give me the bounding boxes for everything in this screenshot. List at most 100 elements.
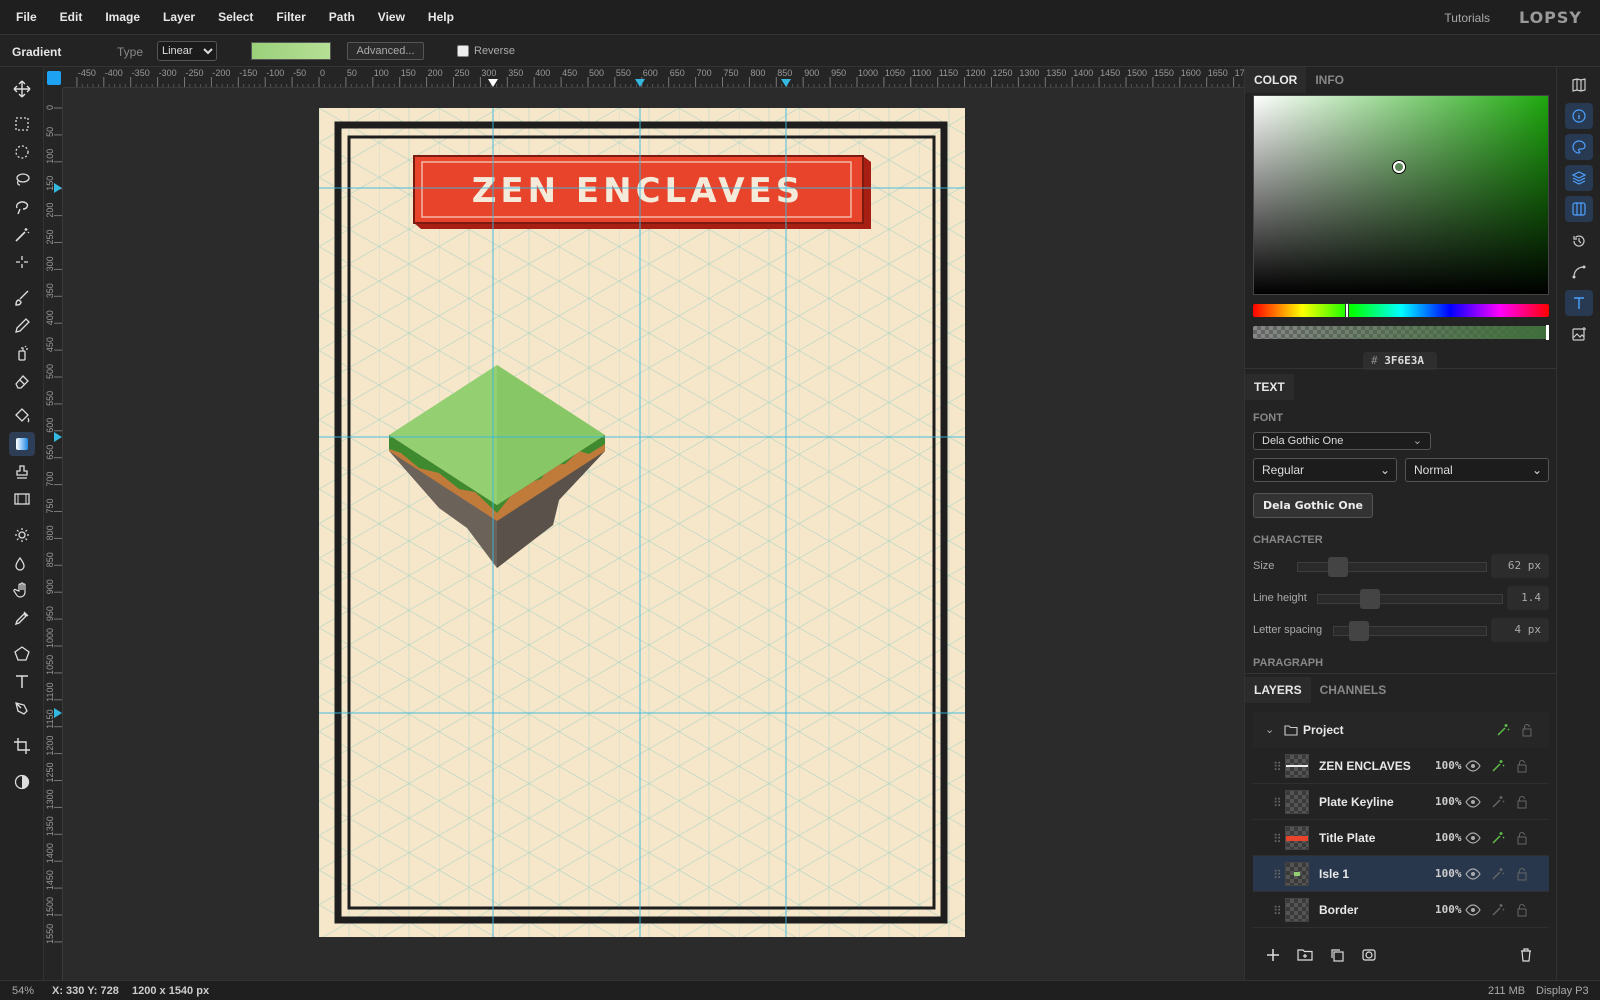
- eye-icon[interactable]: [1465, 902, 1481, 918]
- layer-mask-button[interactable]: [1358, 944, 1380, 966]
- ruler-top[interactable]: -450 -400 -350 -300 -250 -200 -150 -100 -50 0 50 10…: [63, 67, 1244, 88]
- color-panel-button[interactable]: [1565, 134, 1593, 160]
- eye-icon[interactable]: [1465, 830, 1481, 846]
- layer-row[interactable]: ⠿ Title Plate 100%: [1253, 820, 1549, 856]
- zoom-level[interactable]: 54%: [12, 985, 34, 997]
- layer-row[interactable]: ⠿ ZEN ENCLAVES 100%: [1253, 748, 1549, 784]
- alpha-slider-handle[interactable]: [1546, 325, 1549, 340]
- eye-icon[interactable]: [1465, 794, 1481, 810]
- magnetic-lasso-tool[interactable]: [9, 195, 35, 219]
- advanced-button[interactable]: Advanced...: [347, 42, 424, 60]
- tab-layers[interactable]: LAYERS: [1245, 677, 1311, 703]
- letter-spacing-slider[interactable]: [1333, 621, 1487, 641]
- size-input[interactable]: 62 px: [1491, 554, 1549, 578]
- effects-icon[interactable]: [1490, 758, 1506, 774]
- fill-tool[interactable]: [9, 404, 35, 428]
- font-variant-select[interactable]: Normal ⌄: [1405, 458, 1549, 482]
- quick-select-tool[interactable]: [9, 250, 35, 274]
- lock-icon[interactable]: [1514, 758, 1530, 774]
- pattern-tool[interactable]: [9, 487, 35, 511]
- line-height-slider-thumb[interactable]: [1360, 589, 1380, 609]
- guide-marker[interactable]: [54, 432, 62, 442]
- letter-spacing-slider-thumb[interactable]: [1349, 621, 1369, 641]
- tab-color[interactable]: COLOR: [1245, 67, 1307, 93]
- effects-icon[interactable]: [1490, 794, 1506, 810]
- magic-wand-tool[interactable]: [9, 223, 35, 247]
- alpha-slider[interactable]: [1253, 325, 1549, 340]
- eye-icon[interactable]: [1465, 866, 1481, 882]
- chevron-down-icon[interactable]: ⌄: [1265, 723, 1274, 736]
- layer-opacity[interactable]: 100%: [1435, 795, 1462, 808]
- ruler-corner[interactable]: [44, 67, 63, 88]
- letter-spacing-input[interactable]: 4 px: [1491, 618, 1549, 642]
- drag-handle-icon[interactable]: ⠿: [1273, 760, 1282, 774]
- channels-panel-button[interactable]: [1565, 196, 1593, 222]
- saturation-value-picker[interactable]: [1253, 95, 1549, 295]
- rect-select-tool[interactable]: [9, 112, 35, 136]
- spray-tool[interactable]: [9, 341, 35, 365]
- paths-panel-button[interactable]: [1565, 259, 1593, 285]
- layer-opacity[interactable]: 100%: [1435, 831, 1462, 844]
- line-height-input[interactable]: 1.4: [1507, 586, 1549, 610]
- duplicate-layer-button[interactable]: [1326, 944, 1348, 966]
- menu-filter[interactable]: Filter: [276, 10, 305, 24]
- text-panel-button[interactable]: [1565, 290, 1593, 316]
- move-tool[interactable]: [9, 77, 35, 101]
- dodge-tool[interactable]: [9, 523, 35, 547]
- size-slider[interactable]: [1297, 557, 1487, 577]
- layer-opacity[interactable]: 100%: [1435, 867, 1462, 880]
- layer-row[interactable]: ⠿ Border 100%: [1253, 892, 1549, 928]
- ruler-left[interactable]: 0 50 100 150 200 250 300 350 400 450 500 550 600 650 7…: [44, 88, 63, 980]
- guide-marker[interactable]: [781, 79, 791, 87]
- map-panel-button[interactable]: [1565, 72, 1593, 98]
- lock-icon[interactable]: [1514, 866, 1530, 882]
- reverse-toggle[interactable]: Reverse: [457, 45, 515, 57]
- gradient-swatch[interactable]: [251, 42, 331, 60]
- lock-icon[interactable]: [1514, 830, 1530, 846]
- guide-marker[interactable]: [54, 183, 62, 193]
- font-style-select[interactable]: Regular ⌄: [1253, 458, 1397, 482]
- adjustment-tool[interactable]: [9, 770, 35, 794]
- menu-edit[interactable]: Edit: [60, 10, 83, 24]
- hue-slider-handle[interactable]: [1345, 303, 1349, 318]
- menu-layer[interactable]: Layer: [163, 10, 195, 24]
- tab-info[interactable]: INFO: [1306, 67, 1353, 93]
- drag-handle-icon[interactable]: ⠿: [1273, 796, 1282, 810]
- eyedropper-tool[interactable]: [9, 606, 35, 630]
- stamp-tool[interactable]: [9, 460, 35, 484]
- brush-tool[interactable]: [9, 286, 35, 310]
- effects-icon[interactable]: [1490, 866, 1506, 882]
- layer-opacity[interactable]: 100%: [1435, 903, 1462, 916]
- line-height-slider[interactable]: [1317, 589, 1503, 609]
- guide-marker[interactable]: [54, 708, 62, 718]
- info-panel-button[interactable]: [1565, 103, 1593, 129]
- size-slider-thumb[interactable]: [1328, 557, 1348, 577]
- drag-handle-icon[interactable]: ⠿: [1273, 868, 1282, 882]
- hand-tool[interactable]: [9, 578, 35, 602]
- gradient-tool[interactable]: [9, 432, 35, 456]
- effects-icon[interactable]: [1490, 902, 1506, 918]
- blur-tool[interactable]: [9, 551, 35, 575]
- eye-icon[interactable]: [1465, 758, 1481, 774]
- lock-icon[interactable]: [1514, 902, 1530, 918]
- crop-tool[interactable]: [9, 734, 35, 758]
- delete-layer-button[interactable]: [1515, 944, 1537, 966]
- lock-icon[interactable]: [1514, 794, 1530, 810]
- add-layer-button[interactable]: [1262, 944, 1284, 966]
- pen-tool[interactable]: [9, 697, 35, 721]
- menu-path[interactable]: Path: [329, 10, 355, 24]
- font-preview[interactable]: Dela Gothic One: [1253, 493, 1373, 518]
- layer-opacity[interactable]: 100%: [1435, 759, 1462, 772]
- ruler-origin-marker[interactable]: [47, 71, 61, 85]
- lasso-tool[interactable]: [9, 167, 35, 191]
- pencil-tool[interactable]: [9, 314, 35, 338]
- lock-icon[interactable]: [1519, 722, 1535, 738]
- menu-help[interactable]: Help: [428, 10, 454, 24]
- menu-file[interactable]: File: [16, 10, 37, 24]
- layers-panel-button[interactable]: [1565, 165, 1593, 191]
- document-canvas[interactable]: ZEN ENCLAVES: [319, 108, 965, 937]
- menu-view[interactable]: View: [378, 10, 405, 24]
- add-group-button[interactable]: [1294, 944, 1316, 966]
- font-family-select[interactable]: Dela Gothic One ⌄: [1253, 432, 1431, 450]
- menu-select[interactable]: Select: [218, 10, 253, 24]
